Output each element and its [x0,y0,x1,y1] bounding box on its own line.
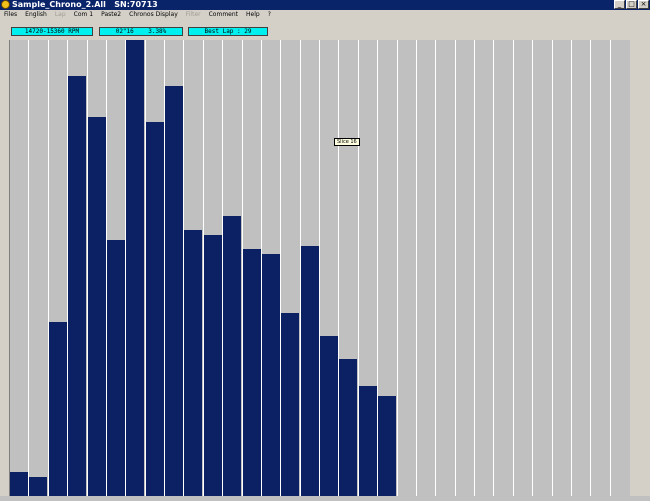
histogram-bar[interactable] [262,254,280,496]
histogram-bar[interactable] [49,322,67,496]
menu-filter: Filter [185,11,201,18]
slice-divider [455,40,456,496]
slice-divider [397,40,398,496]
histogram-bar[interactable] [359,386,377,496]
rpm-range-display: 14720-15360 RPM [11,27,93,36]
histogram-bar[interactable] [126,40,144,496]
app-logo-icon [1,0,10,9]
window-controls: _ □ × [614,0,649,10]
best-lap-display: Best Lap : 29 [188,27,268,36]
close-button[interactable]: × [638,0,649,9]
histogram-bar[interactable] [29,477,47,496]
right-edge-panel [631,40,650,496]
histogram-bar[interactable] [243,249,261,496]
slice-divider [571,40,572,496]
menu-com[interactable]: Com 1 [70,10,97,20]
slice-divider [532,40,533,496]
menu-language[interactable]: English [21,10,51,20]
histogram-bar[interactable] [339,359,357,496]
histogram-bar[interactable] [10,472,28,496]
maximize-button[interactable]: □ [626,0,637,9]
slice-divider [416,40,417,496]
histogram-bar[interactable] [68,76,86,496]
menu-help[interactable]: Help [242,10,264,20]
slice-divider [610,40,611,496]
time-percent-display: 02"16 3.38% [99,27,183,36]
histogram-bar[interactable] [146,122,164,496]
histogram-bar[interactable] [165,86,183,496]
menu-lap: Lap [54,11,66,18]
histogram-bar[interactable] [223,216,241,496]
rpm-histogram-chart[interactable]: Slice 16 [9,40,630,496]
histogram-bar[interactable] [320,336,338,496]
slice-divider [28,40,29,496]
histogram-bar[interactable] [184,230,202,496]
histogram-bar[interactable] [378,396,396,496]
slice-tooltip: Slice 16 [334,138,360,146]
slice-divider [590,40,591,496]
menu-chronos-display[interactable]: Chronos Display [125,10,182,20]
menu-bar: Files English Lap Com 1 Paste2 Chronos D… [0,10,650,20]
slice-divider [552,40,553,496]
bottom-strip [0,496,650,501]
histogram-bar[interactable] [204,235,222,496]
slice-divider [435,40,436,496]
histogram-bar[interactable] [88,117,106,496]
histogram-bar[interactable] [301,246,319,496]
title-bar: Sample_Chrono_2.All SN:70713 _ □ × [0,0,650,10]
slice-divider [513,40,514,496]
histogram-bar[interactable] [107,240,125,496]
menu-comment[interactable]: Comment [205,10,242,20]
histogram-bar[interactable] [281,313,299,496]
window-title: Sample_Chrono_2.All SN:70713 [12,0,158,9]
slice-divider [474,40,475,496]
slice-divider [493,40,494,496]
menu-files[interactable]: Files [0,10,21,20]
menu-paste[interactable]: Paste2 [97,10,125,20]
menu-about[interactable]: ? [264,10,275,20]
minimize-button[interactable]: _ [614,0,625,9]
